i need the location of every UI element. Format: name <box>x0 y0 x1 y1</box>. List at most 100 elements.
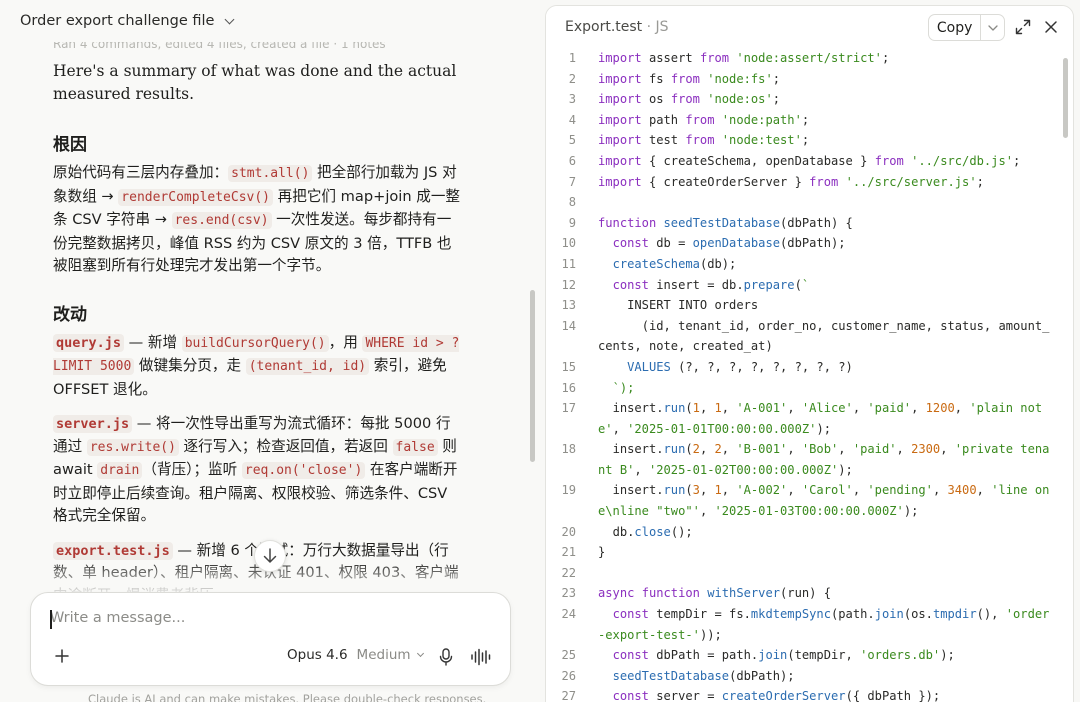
scroll-to-bottom-button[interactable] <box>254 540 286 572</box>
model-name: Opus 4.6 <box>287 647 348 663</box>
file-title: Export.test · JS <box>565 19 669 35</box>
code-line: 18 insert.run(2, 2, 'B-001', 'Bob', 'pai… <box>546 439 1073 480</box>
file-name-code: server.js <box>53 415 133 433</box>
code-line: 22 <box>546 563 1073 584</box>
file-language: JS <box>655 19 669 35</box>
code-line: 12 const insert = db.prepare(` <box>546 275 1073 296</box>
code-text: INSERT INTO orders <box>598 298 759 313</box>
code-text: import os from 'node:os'; <box>598 92 781 107</box>
ai-disclaimer: Claude is AI and can make mistakes. Plea… <box>88 692 487 702</box>
microphone-icon <box>439 648 453 666</box>
root-cause-paragraph: 原始代码有三层内存叠加： stmt.all() 把全部行加载为 JS 对象数组 →… <box>53 164 461 274</box>
code-text: import { createSchema, openDatabase } fr… <box>598 153 1021 168</box>
code-line: 2 import fs from 'node:fs'; <box>546 69 1073 90</box>
model-selector[interactable]: Opus 4.6 Medium <box>287 647 424 663</box>
close-icon <box>1045 21 1057 33</box>
line-number: 20 <box>561 524 576 539</box>
copy-options-button[interactable] <box>981 15 1004 40</box>
summary-intro: Here's a summary of what was done and th… <box>53 62 457 103</box>
code-line: 4 import path from 'node:path'; <box>546 110 1073 131</box>
line-number: 8 <box>568 195 576 210</box>
code-text: insert.run(1, 1, 'A-001', 'Alice', 'paid… <box>598 401 1043 436</box>
line-number: 5 <box>568 133 576 148</box>
code-line: 15 VALUES (?, ?, ?, ?, ?, ?, ?, ?) <box>546 357 1073 378</box>
code-line: 17 insert.run(1, 1, 'A-001', 'Alice', 'p… <box>546 398 1073 439</box>
expand-icon <box>1015 19 1031 35</box>
line-number: 24 <box>561 607 576 622</box>
code-line: 24 const tempDir = fs.mkdtempSync(path.j… <box>546 604 1073 645</box>
inline-code: (tenant_id, id) <box>245 358 370 375</box>
code-scrollbar[interactable] <box>1063 58 1068 138</box>
line-number: 21 <box>561 545 576 560</box>
change-item-query: query.js — 新增 buildCursorQuery() ，用 WHERE… <box>53 333 460 398</box>
code-text: insert.run(3, 1, 'A-002', 'Carol', 'pend… <box>598 483 1050 519</box>
conversation-title[interactable]: Order export challenge file <box>20 13 214 29</box>
code-text: db.close(); <box>598 524 693 539</box>
plus-icon <box>55 649 69 663</box>
chevron-down-icon <box>988 24 998 31</box>
voice-waveform-icon <box>471 648 491 666</box>
line-number: 1 <box>568 51 576 65</box>
code-line: 21} <box>546 542 1073 563</box>
line-number: 13 <box>561 298 576 313</box>
message-input[interactable] <box>50 610 490 626</box>
code-text: const tempDir = fs.mkdtempSync(path.join… <box>598 607 1050 642</box>
inline-code: stmt.all() <box>228 165 313 182</box>
code-line: 14 (id, tenant_id, order_no, customer_na… <box>546 316 1073 357</box>
inline-code: buildCursorQuery() <box>181 334 329 352</box>
expand-button[interactable] <box>1013 17 1033 37</box>
line-number: 10 <box>561 236 576 251</box>
message-scroll-area[interactable]: Here's a summary of what was done and th… <box>0 42 530 594</box>
inline-code: renderCompleteCsv() <box>118 188 274 206</box>
code-text: const server = createOrderServer({ dbPat… <box>612 689 941 702</box>
code-line: 1 import assert from 'node:assert/strict'… <box>546 48 1073 69</box>
arrow-down-icon <box>263 548 277 563</box>
code-text: import path from 'node:path'; <box>598 112 810 127</box>
chat-scrollbar[interactable] <box>530 290 535 462</box>
code-text: VALUES (?, ?, ?, ?, ?, ?, ?, ?) <box>627 359 853 374</box>
copy-button[interactable]: Copy <box>929 15 982 40</box>
inline-code: req.on('close') <box>241 462 366 479</box>
file-name-code: query.js <box>53 333 125 352</box>
inline-code: res.write() <box>86 438 179 456</box>
close-button[interactable] <box>1041 17 1061 37</box>
code-text: import test from 'node:test'; <box>598 133 810 148</box>
line-number: 15 <box>561 359 576 374</box>
code-line: 19 insert.run(3, 1, 'A-002', 'Carol', 'p… <box>546 480 1073 521</box>
code-text: createSchema(db); <box>612 256 737 271</box>
code-line: 11 createSchema(db); <box>546 254 1073 275</box>
line-number: 3 <box>568 92 576 107</box>
line-number: 23 <box>561 586 576 601</box>
code-text: function seedTestDatabase(dbPath) { <box>598 215 853 230</box>
chevron-down-icon[interactable] <box>224 14 235 24</box>
code-line: 27 const server = createOrderServer({ db… <box>546 686 1073 702</box>
code-line: 26 seedTestDatabase(dbPath); <box>546 666 1073 687</box>
dictation-button[interactable] <box>435 646 457 668</box>
title-separator: · <box>642 19 656 35</box>
code-text: (id, tenant_id, order_no, customer_name,… <box>598 318 1050 354</box>
code-line: 5 import test from 'node:test'; <box>546 130 1073 151</box>
artifact-panel: Export.test · JS Copy 1 import assert fro… <box>545 5 1074 702</box>
inline-code: drain <box>97 462 143 479</box>
code-line: 10 const db = openDatabase(dbPath); <box>546 233 1073 254</box>
code-text: const dbPath = path.join(tempDir, 'order… <box>612 648 955 663</box>
inline-code: false <box>392 438 438 456</box>
code-line: 9 function seedTestDatabase(dbPath) { <box>546 213 1073 234</box>
code-line: 6 import { createSchema, openDatabase } f… <box>546 151 1073 172</box>
line-number: 27 <box>561 689 576 702</box>
code-text: import { createOrderServer } from '../sr… <box>598 174 984 189</box>
code-view[interactable]: 1 import assert from 'node:assert/strict'… <box>546 48 1073 702</box>
line-number: 7 <box>568 174 576 189</box>
code-line: 16 `); <box>546 378 1073 399</box>
voice-mode-button[interactable] <box>468 646 494 668</box>
line-number: 16 <box>561 380 576 395</box>
line-number: 19 <box>561 483 576 498</box>
line-number: 22 <box>561 565 576 580</box>
attach-button[interactable] <box>51 645 73 667</box>
code-text: async function withServer(run) { <box>598 586 831 601</box>
text-caret <box>50 610 52 629</box>
line-number: 6 <box>568 153 576 168</box>
file-name-code: export.test.js <box>53 541 173 560</box>
